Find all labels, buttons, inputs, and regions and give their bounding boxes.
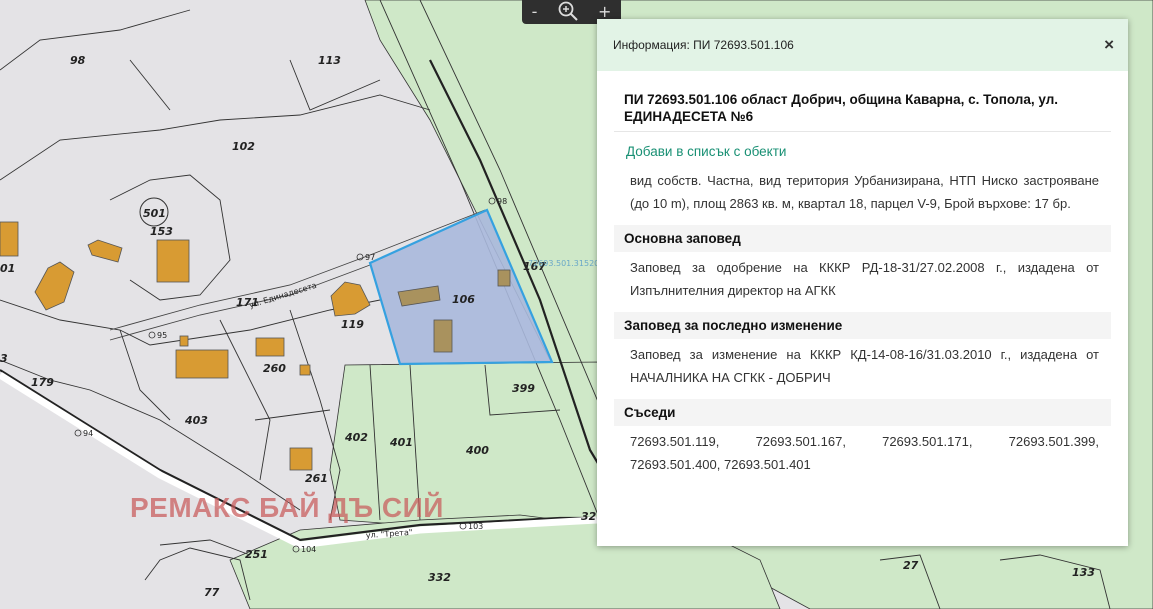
parcel-label: 399 [512, 382, 535, 395]
parcel-label: 401 [389, 436, 413, 449]
neighbor-item: 72693.501.171, [882, 434, 973, 449]
point-label: 97 [365, 253, 375, 262]
neighbor-item: 72693.501.401 [724, 457, 811, 472]
parcel-label: 153 [150, 225, 173, 238]
section-last-change-title: Заповед за последно изменение [614, 312, 1111, 339]
point-label: 104 [301, 545, 316, 554]
parcel-label: 402 [344, 431, 368, 444]
add-to-list-link[interactable]: Добави в списък с обекти [614, 132, 1111, 165]
parcel-label: 119 [341, 318, 364, 331]
parcel-label: 251 [245, 548, 268, 561]
info-panel: Информация: ПИ 72693.501.106 × ПИ 72693.… [597, 19, 1128, 546]
main-order-text: Заповед за одобрение на КККР РД-18-31/27… [630, 260, 1099, 298]
close-icon[interactable]: × [1104, 35, 1114, 55]
faded-id-label: 72693.501.315205 [528, 259, 604, 268]
buildings [0, 221, 371, 471]
parcel-description: вид собств. Частна, вид територия Урбани… [630, 173, 1099, 211]
parcel-label: 27 [903, 559, 919, 572]
neighbor-item: 72693.501.400, [630, 457, 721, 472]
parcel-label: 3 [0, 352, 8, 365]
parcel-title: ПИ 72693.501.106 област Добрич, община К… [614, 89, 1111, 132]
neighbor-item: 72693.501.167, [755, 434, 846, 449]
parcel-label: 102 [232, 140, 255, 153]
parcel-label: 106 [452, 293, 475, 306]
point-label: 103 [468, 522, 483, 531]
parcel-label: 133 [1072, 566, 1095, 579]
parcel-label: 261 [305, 472, 328, 485]
parcel-label: 77 [204, 586, 220, 599]
parcel-label: 98 [70, 54, 86, 67]
panel-body: ПИ 72693.501.106 област Добрич, община К… [597, 71, 1128, 482]
zoom-in-button[interactable]: + [598, 4, 611, 20]
parcel-label: 179 [31, 376, 54, 389]
neighbors-list: 72693.501.119, 72693.501.167, 72693.501.… [614, 426, 1111, 482]
parcel-label: 400 [465, 444, 489, 457]
neighbor-item: 72693.501.119, [630, 434, 720, 449]
parcel-label: 01 [0, 262, 15, 275]
parcel-label: 332 [428, 571, 451, 584]
watermark: РЕМАКС БАЙ ДЪ СИЙ [130, 492, 444, 523]
point-label: 94 [83, 429, 93, 438]
last-change-text: Заповед за изменение на КККР КД-14-08-16… [630, 347, 1099, 385]
parcel-label: 403 [184, 414, 208, 427]
section-main-order-title: Основна заповед [614, 225, 1111, 252]
section-neighbors-title: Съседи [614, 399, 1111, 426]
point-label: 95 [157, 331, 167, 340]
neighbor-item: 72693.501.399, [1008, 434, 1099, 449]
parcel-label: 113 [318, 54, 341, 67]
panel-header-title: Информация: ПИ 72693.501.106 [613, 38, 794, 52]
parcel-label: 501 [143, 207, 166, 220]
parcel-label: 260 [263, 362, 286, 375]
parcel-label: 32 [581, 510, 597, 523]
point-label: 98 [497, 197, 507, 206]
zoom-out-button[interactable]: - [532, 4, 538, 20]
panel-header: Информация: ПИ 72693.501.106 × [597, 19, 1128, 71]
zoom-in-icon[interactable] [557, 0, 579, 25]
